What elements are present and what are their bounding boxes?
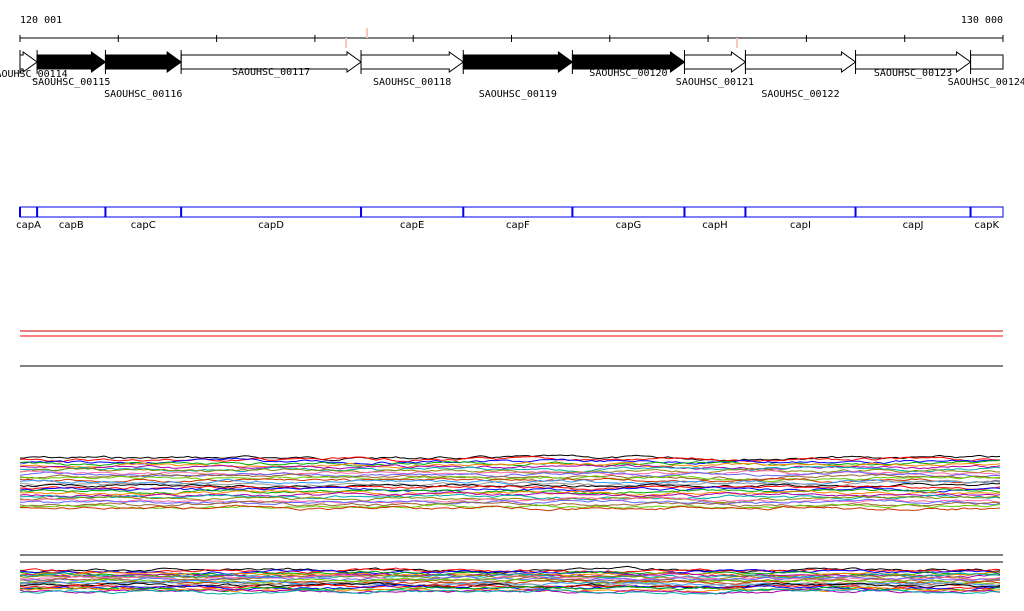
cap-gene-label: capE [400, 220, 424, 231]
cap-gene-capK[interactable]: capK [969, 206, 1004, 231]
gene-track: SAOUHSC_00114SAOUHSC_00115SAOUHSC_00116S… [0, 50, 1024, 100]
cap-gene-capF[interactable]: capF [462, 206, 573, 231]
cap-gene-box [744, 206, 857, 218]
cap-gene-box [683, 206, 746, 218]
ruler-end-label: 130 000 [961, 15, 1003, 26]
cap-gene-label: capD [258, 220, 284, 231]
cap-gene-capB[interactable]: capB [36, 206, 106, 231]
cap-gene-label: capJ [903, 220, 924, 231]
cap-gene-label: capI [790, 220, 811, 231]
gene-SAOUHSC_00117[interactable]: SAOUHSC_00117 [180, 50, 362, 78]
gene-arrow [36, 51, 107, 73]
cap-gene-capI[interactable]: capI [744, 206, 857, 231]
cap-gene-capJ[interactable]: capJ [854, 206, 972, 231]
gene-SAOUHSC_00121[interactable]: SAOUHSC_00121 [676, 50, 754, 88]
gene-SAOUHSC_00120[interactable]: SAOUHSC_00120 [571, 50, 686, 79]
gene-SAOUHSC_00116[interactable]: SAOUHSC_00116 [104, 50, 182, 100]
cap-gene-label: capA [16, 220, 41, 231]
cap-gene-box [571, 206, 685, 218]
gene-SAOUHSC_00122[interactable]: SAOUHSC_00122 [744, 50, 857, 100]
genome-browser: 120 001 130 000 SAOUHSC_00114SAOUHSC_001… [0, 0, 1024, 611]
gene-arrow [744, 51, 857, 73]
gene-label: SAOUHSC_00120 [589, 68, 667, 79]
genome-view: 120 001 130 000 SAOUHSC_00114SAOUHSC_001… [0, 15, 1024, 595]
gene-arrow [360, 51, 465, 73]
cap-gene-box [855, 206, 972, 218]
gene-SAOUHSC_00119[interactable]: SAOUHSC_00119 [462, 50, 574, 100]
cap-gene-capH[interactable]: capH [683, 206, 746, 231]
cap-gene-label: capK [975, 220, 1000, 231]
cap-gene-box [970, 206, 1004, 218]
cap-gene-label: capB [59, 220, 84, 231]
gene-label: SAOUHSC_00116 [104, 89, 182, 100]
ruler-start-label: 120 001 [20, 15, 62, 26]
cap-gene-box [19, 206, 38, 218]
gene-SAOUHSC_00118[interactable]: SAOUHSC_00118 [360, 50, 465, 88]
cap-gene-box [180, 206, 362, 218]
cap-gene-box [462, 206, 573, 218]
cap-gene-track: capA capB capC capD capE capF capG capH capI capJ… [16, 206, 1004, 231]
cap-gene-label: capC [131, 220, 156, 231]
coverage-plots [19, 330, 1003, 595]
gene-SAOUHSC_00123[interactable]: SAOUHSC_00123 [855, 50, 972, 79]
gene-SAOUHSC_00115[interactable]: SAOUHSC_00115 [32, 50, 110, 88]
gene-label: SAOUHSC_00117 [232, 67, 310, 78]
ruler [19, 28, 1004, 48]
cap-gene-box [104, 206, 182, 218]
gene-label: SAOUHSC_00124 [948, 77, 1024, 88]
coverage-line [19, 491, 1001, 498]
gene-label: SAOUHSC_00122 [761, 89, 839, 100]
gene-label: SAOUHSC_00123 [874, 68, 952, 79]
cap-gene-label: capH [702, 220, 728, 231]
gene-label: SAOUHSC_00115 [32, 77, 110, 88]
gene-label: SAOUHSC_00119 [479, 89, 557, 100]
cap-gene-label: capG [616, 220, 642, 231]
gene-label: SAOUHSC_00121 [676, 77, 754, 88]
cap-gene-box [360, 206, 464, 218]
cap-gene-capC[interactable]: capC [104, 206, 182, 231]
cap-gene-box [36, 206, 106, 218]
gene-label: SAOUHSC_00118 [373, 77, 451, 88]
cap-gene-capG[interactable]: capG [571, 206, 685, 231]
gene-arrow [462, 51, 574, 73]
gene-arrow [104, 51, 182, 73]
cap-gene-capE[interactable]: capE [360, 206, 464, 231]
gene-arrow [970, 54, 1004, 70]
cap-gene-capD[interactable]: capD [180, 206, 362, 231]
cap-gene-label: capF [506, 220, 530, 231]
gene-arrow [683, 51, 747, 73]
